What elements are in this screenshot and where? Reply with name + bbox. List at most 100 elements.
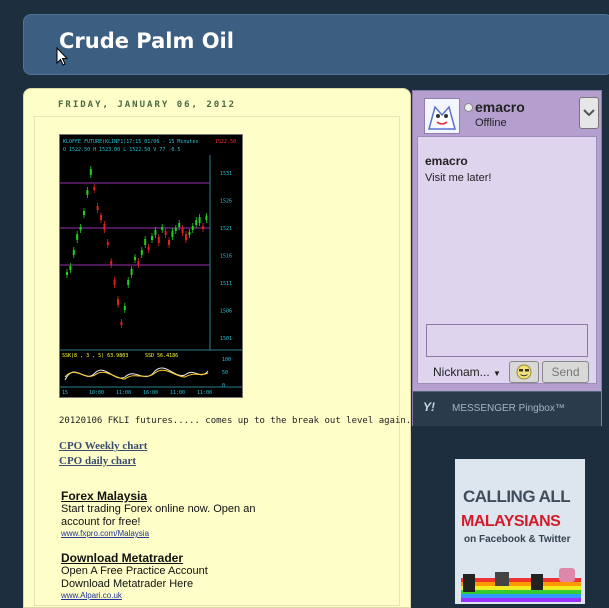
chart-candle (123, 306, 126, 310)
pingbox-footer: Y! MESSENGER Pingbox™ (413, 391, 601, 426)
calling-all-malaysians-banner[interactable]: CALLING ALL MALAYSIANS on Facebook & Twi… (455, 459, 585, 604)
chart-candle (157, 237, 160, 243)
chart-candle (151, 236, 153, 240)
pingbox-footer-text[interactable]: MESSENGER Pingbox™ (452, 403, 565, 414)
chart-candle (137, 261, 140, 265)
nickname-dropdown[interactable]: Nicknam... ▼ (433, 365, 501, 379)
nickname-label: Nicknam... (433, 365, 490, 379)
chart-osc-label-2: SSD 56.4186 (145, 353, 178, 359)
avatar (424, 98, 460, 134)
presence-status-icon (464, 103, 473, 112)
chart-header-text: KLOFFE FUTURE(KLINF1)17:15 01/06 - 15 Mi… (63, 139, 198, 145)
smiley-icon (516, 364, 532, 380)
chart-candle (110, 261, 113, 265)
chart-candle (168, 240, 170, 245)
chart-candle (113, 280, 116, 285)
pingbox-username: emacro (475, 99, 525, 115)
ad-title[interactable]: Forex Malaysia (61, 489, 311, 503)
messenger-pingbox: emacro Offline emacro Visit me later! Ni… (412, 90, 602, 426)
chart-candle (89, 169, 92, 175)
send-button[interactable]: Send (542, 361, 589, 383)
futures-chart-image[interactable]: KLOFFE FUTURE(KLINF1)17:15 01/06 - 15 Mi… (59, 134, 243, 398)
chart-osc-tick: 0 (222, 383, 225, 389)
chevron-down-icon (583, 109, 595, 117)
chart-candle (205, 216, 208, 220)
chart-time-tick: 11:00 (197, 390, 212, 396)
pingbox-status: Offline (475, 117, 507, 129)
post-date: FRIDAY, JANUARY 06, 2012 (58, 100, 237, 110)
chart-osc-tick: 50 (222, 370, 228, 376)
chart-last-price: 1522.50 (215, 139, 236, 145)
ad-body-line: Start trading Forex online now. Open an (61, 503, 256, 515)
chart-candle (93, 187, 96, 190)
chart-price-tick: 1506 (220, 309, 232, 315)
dropdown-arrow-icon: ▼ (493, 369, 501, 378)
banner-line-3: on Facebook & Twitter (464, 534, 571, 545)
chart-osc-label: SSK(8 , 3 , 5) 63.9803 (62, 353, 128, 359)
chart-candle (185, 234, 187, 240)
chart-price-tick: 1521 (220, 226, 232, 232)
chart-candle (100, 215, 102, 220)
ad-url[interactable]: www.fxpro.com/Malaysia (61, 529, 311, 538)
chart-candle (79, 227, 82, 230)
chart-candle (103, 224, 106, 230)
chart-price-tick: 1516 (220, 254, 232, 260)
chart-candle (120, 322, 123, 325)
chart-candle (181, 228, 184, 233)
cpo-daily-chart-link[interactable]: CPO daily chart (59, 455, 136, 467)
ad-body-line: account for free! (61, 516, 141, 528)
mouse-cursor-icon (56, 47, 68, 66)
cpo-weekly-chart-link[interactable]: CPO Weekly chart (59, 440, 147, 452)
chart-price-tick: 1531 (220, 171, 232, 177)
chart-candle (106, 242, 109, 245)
chart-time-tick: 11:00 (116, 390, 131, 396)
banner-line-1: CALLING ALL (463, 487, 571, 506)
ad-title[interactable]: Download Metatrader (61, 551, 311, 565)
chart-time-tick: 15 (62, 390, 68, 396)
chart-time-tick: 10:00 (89, 390, 104, 396)
chart-candle (178, 223, 181, 227)
chart-price-tick: 1511 (220, 281, 232, 287)
chart-candle (164, 231, 167, 235)
chart-time-tick: 16:00 (143, 390, 158, 396)
ad-body-line: Open A Free Practice Account (61, 565, 208, 577)
message-input[interactable] (426, 324, 588, 357)
blog-post: FRIDAY, JANUARY 06, 2012 KLOFFE FUTURE(K… (23, 88, 433, 608)
blog-title[interactable]: Crude Palm Oil (59, 29, 234, 53)
chart-candle (198, 217, 201, 223)
chart-candle (72, 250, 75, 255)
chart-candle (69, 266, 72, 270)
chart-candle (140, 250, 143, 255)
banner-line-2: MALAYSIANS (461, 513, 561, 530)
chart-price-tick: 1501 (220, 336, 232, 342)
pingbox-menu-button[interactable] (579, 97, 599, 129)
ad-forex-malaysia[interactable]: Forex Malaysia Start trading Forex onlin… (61, 489, 311, 538)
chart-candle (154, 230, 157, 235)
blog-header: Crude Palm Oil (23, 14, 609, 75)
rainbow-art-icon (461, 568, 581, 602)
message-text: Visit me later! (425, 172, 492, 184)
chart-candle (188, 232, 191, 235)
chart-candle (191, 226, 194, 230)
chart-candle (144, 239, 147, 245)
chart-candle (147, 247, 150, 250)
chart-candle (202, 226, 204, 229)
chart-candle (76, 234, 79, 240)
chart-ohlc-text: O 1522.50 H 1523.00 L 1522.50 V 77 -0.5 (63, 147, 180, 153)
chart-candle (83, 211, 85, 215)
ad-body-line: Download Metatrader Here (61, 578, 194, 590)
chart-candle (171, 231, 174, 237)
post-text: 20120106 FKLI futures..... comes up to t… (59, 416, 433, 426)
emoticon-button[interactable] (509, 361, 539, 383)
chart-time-tick: 11:00 (170, 390, 185, 396)
chart-candle (161, 227, 164, 230)
chart-osc-tick: 100 (222, 357, 231, 363)
yahoo-logo-icon[interactable]: Y! (423, 400, 443, 416)
chart-candle (86, 190, 89, 195)
chart-candle (127, 280, 130, 285)
ad-download-metatrader[interactable]: Download Metatrader Open A Free Practice… (61, 551, 311, 600)
pingbox-message-area: emacro Visit me later! Nicknam... ▼ Send (417, 136, 597, 384)
chart-candle (96, 206, 99, 210)
chart-candle (117, 299, 119, 305)
chart-candle (134, 257, 136, 260)
